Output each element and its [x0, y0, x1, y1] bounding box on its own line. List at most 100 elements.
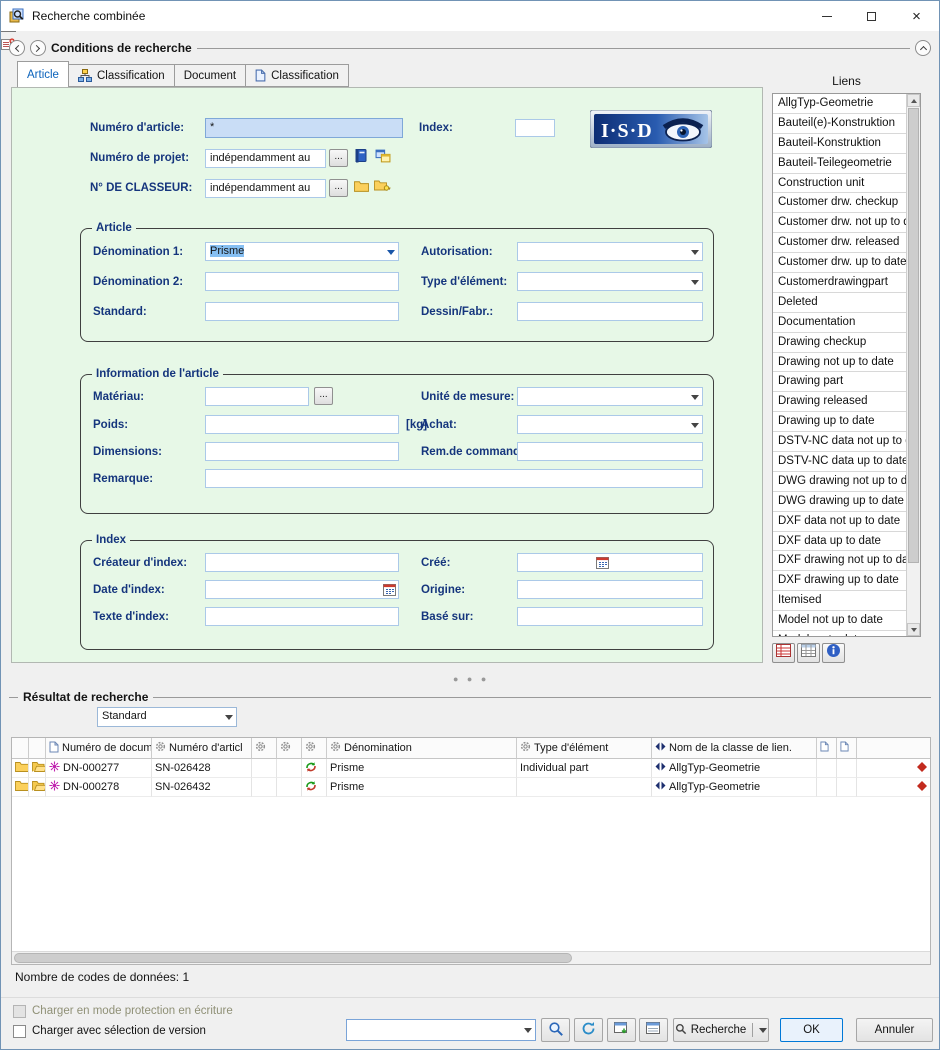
lien-item[interactable]: Construction unit [773, 173, 906, 194]
lien-item[interactable]: Bauteil-Konstruktion [773, 133, 906, 154]
lien-item[interactable]: Drawing checkup [773, 332, 906, 353]
project-copy-icon[interactable] [375, 149, 391, 163]
folder-key-icon[interactable] [374, 179, 391, 192]
lien-item[interactable]: Deleted [773, 292, 906, 313]
vertical-scrollbar[interactable] [906, 94, 920, 636]
report-view-button[interactable] [772, 643, 795, 663]
lien-item[interactable]: AllgTyp-Geometrie [773, 94, 906, 114]
materiau-browse-button[interactable]: ... [314, 387, 333, 405]
lien-item[interactable]: Bauteil(e)-Konstruktion [773, 113, 906, 134]
date-index-input[interactable] [205, 580, 399, 599]
lien-item[interactable]: DWG drawing not up to date [773, 471, 906, 492]
header-document-number[interactable]: Numéro de docume [46, 738, 152, 759]
header-doc-col-2[interactable] [837, 738, 857, 759]
maximize-button[interactable] [849, 2, 894, 31]
lien-item[interactable]: DSTV-NC data not up to date [773, 431, 906, 452]
table-row[interactable]: DN-000278 SN-026432 Prisme AllgTyp-Geome… [12, 778, 930, 797]
remarque-input[interactable] [205, 469, 703, 488]
lien-item[interactable]: Model up to date [773, 630, 906, 636]
recherche-button[interactable]: Recherche [673, 1018, 769, 1042]
lien-item[interactable]: Drawing released [773, 391, 906, 412]
calendar-icon[interactable] [596, 556, 609, 569]
quick-search-combo[interactable] [346, 1019, 536, 1041]
standard-input[interactable] [205, 302, 399, 321]
achat-combo[interactable] [517, 415, 703, 434]
lien-item[interactable]: Drawing part [773, 371, 906, 392]
load-new-window-button[interactable] [607, 1018, 636, 1042]
header-extra[interactable] [857, 738, 930, 759]
lien-item[interactable]: Customer drw. checkup [773, 192, 906, 213]
lien-item[interactable]: DXF drawing not up to date [773, 550, 906, 571]
classeur-browse-button[interactable]: ... [329, 179, 348, 197]
version-checkbox[interactable] [13, 1025, 26, 1038]
classeur-input[interactable]: indépendamment au [205, 179, 326, 198]
tab-classification-2[interactable]: Classification [246, 64, 349, 87]
horizontal-scrollbar[interactable] [12, 951, 930, 964]
lien-item[interactable]: DWG drawing up to date [773, 491, 906, 512]
article-number-input[interactable]: * [205, 118, 403, 138]
lien-item[interactable]: Bauteil-Teilegeometrie [773, 153, 906, 174]
cree-input[interactable] [517, 553, 703, 572]
header-link-class[interactable]: Nom de la classe de lien. [652, 738, 817, 759]
lien-item[interactable]: Customer drw. released [773, 232, 906, 253]
scrollbar-thumb[interactable] [908, 108, 919, 563]
denomination1-combo[interactable]: Prisme [205, 242, 399, 261]
minimize-button[interactable] [804, 2, 849, 31]
index-input[interactable] [515, 119, 555, 137]
lien-item[interactable]: Drawing not up to date [773, 352, 906, 373]
lien-item[interactable]: Itemised [773, 590, 906, 611]
next-button[interactable] [30, 40, 46, 56]
table-row[interactable]: DN-000277 SN-026428 Prisme Individual pa… [12, 759, 930, 778]
close-button[interactable]: × [894, 2, 939, 31]
tab-classification-1[interactable]: Classification [69, 64, 175, 87]
header-icon-col-1[interactable] [12, 738, 29, 759]
collapse-button[interactable] [915, 40, 931, 56]
lien-item[interactable]: Drawing up to date [773, 411, 906, 432]
lien-item[interactable]: Customerdrawingpart [773, 272, 906, 293]
rem-commande-input[interactable] [517, 442, 703, 461]
scrollbar-thumb[interactable] [14, 953, 572, 963]
load-window-button[interactable] [639, 1018, 668, 1042]
header-attr-2[interactable] [277, 738, 302, 759]
header-icon-col-2[interactable] [29, 738, 46, 759]
lien-item[interactable]: DXF data not up to date [773, 511, 906, 532]
materiau-input[interactable] [205, 387, 309, 406]
prev-button[interactable] [9, 40, 25, 56]
lien-item[interactable]: Documentation [773, 312, 906, 333]
header-attr-3[interactable] [302, 738, 327, 759]
header-type-element[interactable]: Type d'élément [517, 738, 652, 759]
header-doc-col-1[interactable] [817, 738, 837, 759]
lien-item[interactable]: DXF drawing up to date [773, 570, 906, 591]
autorisation-combo[interactable] [517, 242, 703, 261]
texte-index-input[interactable] [205, 607, 399, 626]
unite-combo[interactable] [517, 387, 703, 406]
info-button[interactable] [822, 643, 845, 663]
tab-article[interactable]: Article [17, 61, 69, 87]
project-browse-button[interactable]: ... [329, 149, 348, 167]
view-combo[interactable]: Standard [97, 707, 237, 727]
scroll-down-button[interactable] [907, 623, 920, 636]
denomination2-input[interactable] [205, 272, 399, 291]
grid-view-button[interactable] [797, 643, 820, 663]
folder-icon[interactable] [354, 180, 369, 192]
search-ic-button[interactable] [541, 1018, 570, 1042]
lien-item[interactable]: Customer drw. not up to date [773, 212, 906, 233]
readonly-checkbox[interactable] [13, 1005, 26, 1018]
poids-input[interactable] [205, 415, 399, 434]
index-createur-input[interactable] [205, 553, 399, 572]
dimensions-input[interactable] [205, 442, 399, 461]
base-sur-input[interactable] [517, 607, 703, 626]
calendar-icon[interactable] [383, 583, 396, 596]
lien-item[interactable]: Customer drw. up to date [773, 252, 906, 273]
scroll-up-button[interactable] [907, 94, 920, 107]
tab-document[interactable]: Document [175, 64, 246, 87]
lien-item[interactable]: DXF data up to date [773, 531, 906, 552]
refresh-button[interactable] [574, 1018, 603, 1042]
dessin-input[interactable] [517, 302, 703, 321]
header-denomination[interactable]: Dénomination [327, 738, 517, 759]
lien-item[interactable]: Model not up to date [773, 610, 906, 631]
type-element-combo[interactable] [517, 272, 703, 291]
project-book-icon[interactable] [354, 148, 367, 163]
splitter-dots[interactable]: ● ● ● [453, 674, 489, 684]
header-attr-1[interactable] [252, 738, 277, 759]
